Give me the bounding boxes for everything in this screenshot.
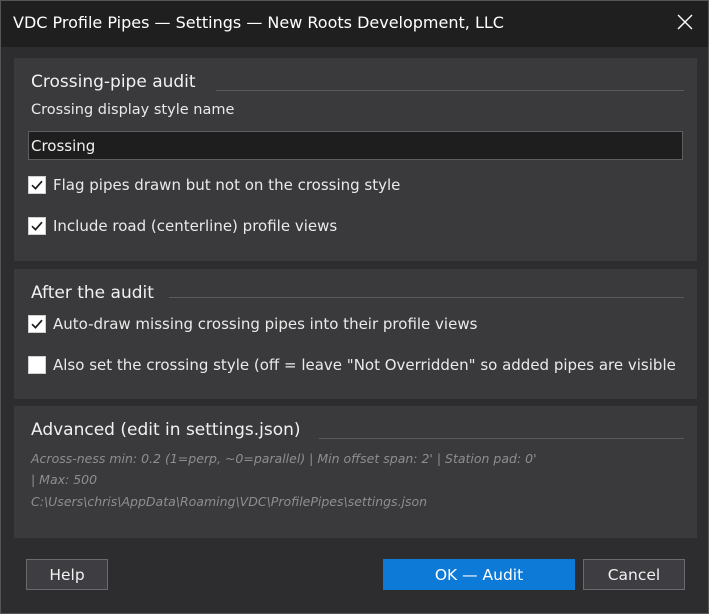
- title-bar[interactable]: VDC Profile Pipes — Settings — New Roots…: [1, 1, 708, 47]
- header-divider: [169, 297, 684, 298]
- advanced-settings-summary: Across-ness min: 0.2 (1=perp, ~0=paralle…: [31, 451, 537, 466]
- set-style-checkbox[interactable]: [28, 356, 46, 374]
- style-name-input[interactable]: [28, 131, 683, 160]
- close-icon: [677, 14, 693, 34]
- after-audit-group: After the audit Auto-draw missing crossi…: [14, 269, 697, 399]
- after-audit-header: After the audit: [31, 283, 154, 303]
- auto-draw-checkbox-row[interactable]: Auto-draw missing crossing pipes into th…: [28, 315, 477, 333]
- cancel-button[interactable]: Cancel: [583, 559, 685, 590]
- settings-file-path: C:\Users\chris\AppData\Roaming\VDC\Profi…: [31, 494, 428, 509]
- flag-pipes-label: Flag pipes drawn but not on the crossing…: [53, 176, 401, 194]
- checkmark-icon: [31, 180, 43, 190]
- auto-draw-label: Auto-draw missing crossing pipes into th…: [53, 315, 478, 333]
- ok-audit-button[interactable]: OK — Audit: [383, 559, 575, 590]
- checkmark-icon: [31, 221, 43, 231]
- include-road-checkbox[interactable]: [28, 217, 46, 235]
- crossing-audit-header: Crossing-pipe audit: [31, 72, 196, 92]
- auto-draw-checkbox[interactable]: [28, 315, 46, 333]
- flag-pipes-checkbox[interactable]: [28, 176, 46, 194]
- advanced-header: Advanced (edit in settings.json): [31, 420, 301, 440]
- advanced-group: Advanced (edit in settings.json) Across-…: [14, 406, 697, 538]
- settings-dialog: VDC Profile Pipes — Settings — New Roots…: [0, 0, 709, 614]
- include-road-label: Include road (centerline) profile views: [53, 217, 338, 235]
- set-style-label: Also set the crossing style (off = leave…: [53, 356, 676, 374]
- include-road-checkbox-row[interactable]: Include road (centerline) profile views: [28, 217, 337, 235]
- help-button[interactable]: Help: [26, 559, 108, 590]
- window-title: VDC Profile Pipes — Settings — New Roots…: [13, 13, 504, 32]
- crossing-audit-group: Crossing-pipe audit Crossing display sty…: [14, 58, 697, 261]
- checkmark-icon: [31, 319, 43, 329]
- set-style-checkbox-row[interactable]: Also set the crossing style (off = leave…: [28, 356, 676, 374]
- advanced-settings-max: | Max: 500: [31, 472, 98, 487]
- close-button[interactable]: [662, 1, 708, 47]
- flag-pipes-checkbox-row[interactable]: Flag pipes drawn but not on the crossing…: [28, 176, 400, 194]
- header-divider: [216, 90, 684, 91]
- style-name-label: Crossing display style name: [31, 102, 235, 118]
- header-divider: [319, 438, 684, 439]
